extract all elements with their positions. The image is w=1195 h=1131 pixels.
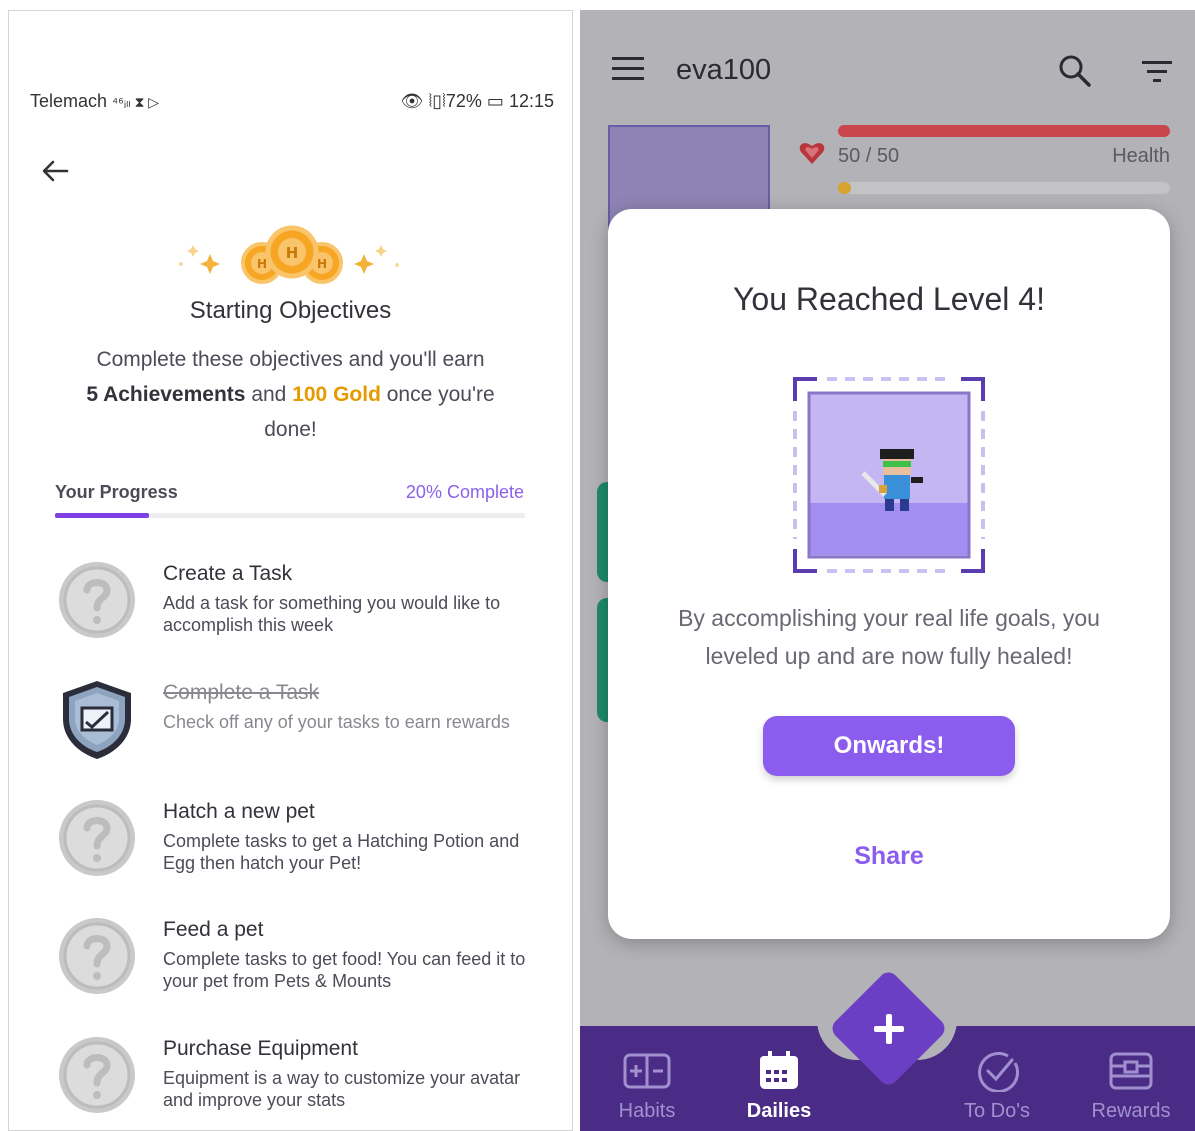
check-circle-icon: [978, 1051, 1020, 1092]
back-arrow-icon[interactable]: [35, 151, 75, 191]
nav-label: Habits: [618, 1100, 676, 1122]
dialog-title: You Reached Level 4!: [733, 281, 1045, 317]
avatar-level-up-icon: [793, 377, 985, 573]
objective-description: Complete tasks to get food! You can feed…: [163, 949, 526, 991]
onwards-button[interactable]: Onwards!: [763, 716, 1015, 776]
progress-label: Your Progress: [55, 482, 178, 502]
progress-bar: [55, 513, 525, 518]
question-badge-icon: [59, 1037, 135, 1113]
nav-label: Dailies: [746, 1100, 812, 1122]
carrier-name: Telemach: [30, 91, 108, 111]
objective-description: Complete tasks to get a Hatching Potion …: [163, 831, 520, 873]
svg-text:H: H: [257, 257, 267, 271]
filter-icon[interactable]: [1140, 58, 1174, 86]
objective-item[interactable]: Create a Task Add a task for something yo…: [55, 558, 555, 668]
experience-bar: [838, 182, 1170, 194]
status-bar-right: 👁 ⦚▯⦚72% ▭ 12:15: [400, 91, 554, 111]
share-button[interactable]: Share: [608, 842, 1170, 871]
objective-title: Create a Task: [163, 562, 293, 585]
objective-description: Equipment is a way to customize your ava…: [163, 1068, 521, 1110]
calendar-icon: [760, 1051, 798, 1089]
plus-icon[interactable]: [868, 1008, 910, 1050]
objective-title: Feed a pet: [163, 918, 264, 941]
nav-rewards[interactable]: Rewards: [1076, 1050, 1186, 1123]
level-up-dialog: You Reached Level 4! By accomplishing yo…: [608, 209, 1170, 939]
question-badge-icon: [59, 800, 135, 876]
nav-dailies[interactable]: Dailies: [724, 1050, 834, 1123]
svg-text:H: H: [317, 257, 327, 271]
achievements-count: 5 Achievements: [86, 383, 246, 406]
username: eva100: [676, 54, 772, 86]
question-badge-icon: [59, 562, 135, 638]
dialog-description: By accomplishing your real life goals, y…: [678, 605, 1100, 669]
menu-icon[interactable]: [612, 56, 644, 82]
objective-title: Hatch a new pet: [163, 800, 315, 823]
experience-bar-fill: [838, 182, 852, 194]
nav-label: To Do's: [963, 1100, 1031, 1122]
question-badge-icon: [59, 918, 135, 994]
desc-and: and: [251, 383, 287, 406]
objective-item[interactable]: Complete a Task Check off any of your tas…: [55, 677, 555, 787]
gold-coins-icon: H H H: [179, 225, 399, 284]
svg-text:H: H: [286, 244, 299, 262]
chest-icon: [1109, 1052, 1153, 1090]
nav-todos[interactable]: To Do's: [942, 1050, 1052, 1123]
objective-title: Purchase Equipment: [163, 1037, 358, 1060]
shield-badge-icon: [63, 681, 131, 759]
page-title: Starting Objectives: [189, 297, 392, 324]
progress-percent: 20% Complete: [405, 482, 524, 502]
health-bar: [838, 125, 1170, 137]
objectives-description: Complete these objectives and you'll ear…: [59, 342, 522, 447]
nav-label: Rewards: [1091, 1100, 1171, 1122]
objective-item[interactable]: Purchase Equipment Equipment is a way to …: [55, 1033, 555, 1130]
level-up-screen: eva100 50 / 50 Health You Reached Level …: [580, 10, 1195, 1131]
objective-title: Complete a Task: [163, 681, 320, 704]
progress-bar-fill: [55, 513, 149, 518]
gold-amount: 100 Gold: [292, 383, 381, 406]
heart-icon: [799, 143, 825, 164]
nav-habits[interactable]: Habits: [592, 1050, 702, 1123]
health-value: 50 / 50: [838, 145, 900, 167]
desc-intro: Complete these objectives and you'll ear…: [96, 348, 485, 371]
health-label: Health: [1112, 145, 1170, 167]
habits-icon: [623, 1053, 671, 1089]
objective-description: Add a task for something you would like …: [163, 593, 501, 635]
objective-description: Check off any of your tasks to earn rewa…: [163, 712, 510, 732]
network-icons: ⁴⁶ᵢₗₗ ⧗ ▷: [112, 94, 160, 110]
search-icon[interactable]: [1058, 54, 1092, 88]
status-bar-left: Telemach ⁴⁶ᵢₗₗ ⧗ ▷: [30, 91, 159, 112]
objective-item[interactable]: Hatch a new pet Complete tasks to get a H…: [55, 796, 555, 906]
screenshot-canvas: Telemach ⁴⁶ᵢₗₗ ⧗ ▷ 👁 ⦚▯⦚72% ▭ 12:15 H H: [0, 0, 1195, 1131]
objective-item[interactable]: Feed a pet Complete tasks to get food! Yo…: [55, 914, 555, 1024]
objectives-screen: Telemach ⁴⁶ᵢₗₗ ⧗ ▷ 👁 ⦚▯⦚72% ▭ 12:15 H H: [8, 10, 573, 1131]
